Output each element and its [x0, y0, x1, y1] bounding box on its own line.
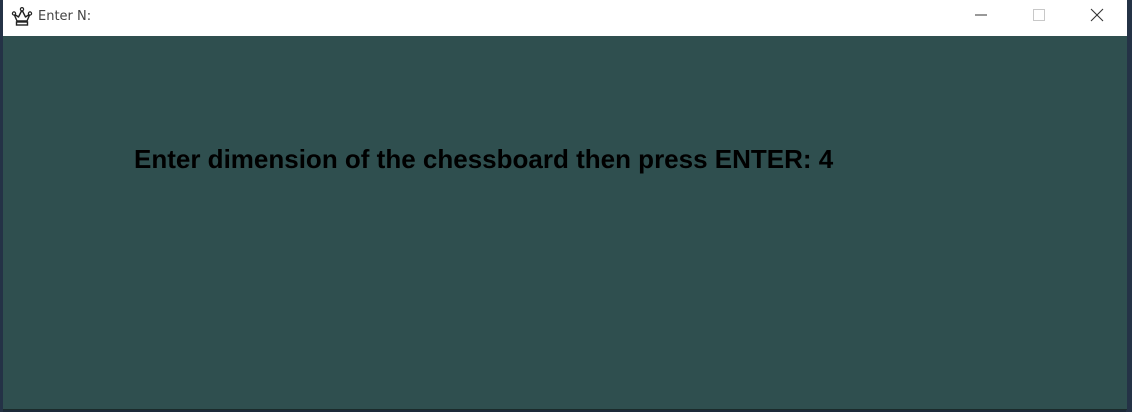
- maximize-button[interactable]: [1010, 0, 1068, 34]
- crown-icon: [11, 6, 33, 28]
- close-button[interactable]: [1068, 0, 1126, 34]
- minimize-button[interactable]: [952, 0, 1010, 34]
- prompt-text: Enter dimension of the chessboard then p…: [134, 144, 834, 174]
- minimize-icon: [975, 8, 987, 26]
- title-bar[interactable]: Enter N:: [3, 0, 1127, 36]
- maximize-icon: [1033, 8, 1045, 26]
- window-title: Enter N:: [38, 9, 92, 24]
- app-window: Enter N: Enter dimension of the chessboa…: [3, 0, 1127, 410]
- close-icon: [1090, 8, 1104, 27]
